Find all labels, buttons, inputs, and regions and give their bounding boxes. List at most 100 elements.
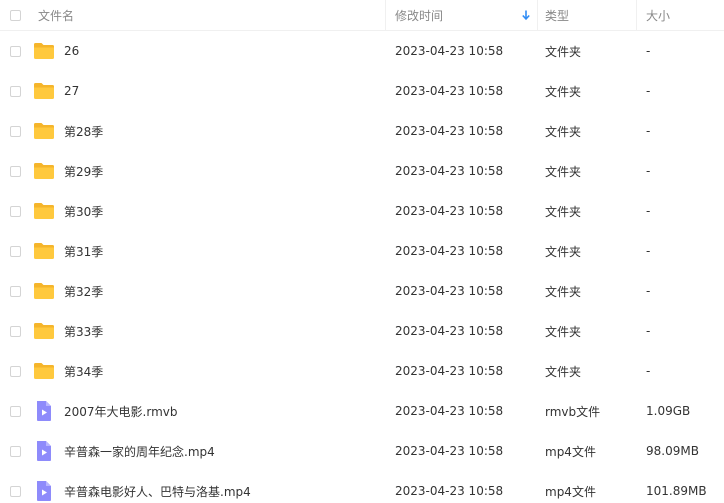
file-size-cell: - <box>646 191 724 231</box>
sort-arrow-down-icon[interactable] <box>520 9 532 21</box>
modified-time-cell: 2023-04-23 10:58 <box>395 471 535 503</box>
file-row[interactable]: 辛普森电影好人、巴特与洛基.mp4 2023-04-23 10:58 mp4文件… <box>0 471 724 503</box>
checkbox[interactable] <box>10 125 21 137</box>
row-checkbox[interactable] <box>10 71 24 111</box>
file-type: rmvb文件 <box>545 404 601 419</box>
row-checkbox[interactable] <box>10 151 24 191</box>
file-row[interactable]: 第34季 2023-04-23 10:58 文件夹 - <box>0 351 724 391</box>
file-name-cell[interactable]: 2007年大电影.rmvb <box>33 391 383 431</box>
folder-icon <box>34 123 54 139</box>
file-name-cell[interactable]: 辛普森电影好人、巴特与洛基.mp4 <box>33 471 383 503</box>
file-name[interactable]: 26 <box>64 44 79 58</box>
column-header-name[interactable]: 文件名 <box>38 0 388 30</box>
folder-icon <box>34 283 54 299</box>
file-name[interactable]: 27 <box>64 84 79 98</box>
file-name[interactable]: 第33季 <box>64 323 103 340</box>
modified-time-cell: 2023-04-23 10:58 <box>395 311 535 351</box>
file-name-cell[interactable]: 26 <box>33 31 383 71</box>
modified-time-cell: 2023-04-23 10:58 <box>395 31 535 71</box>
row-checkbox[interactable] <box>10 31 24 71</box>
file-size: - <box>646 284 651 298</box>
modified-time-cell: 2023-04-23 10:58 <box>395 151 535 191</box>
file-size: - <box>646 324 651 338</box>
column-divider[interactable] <box>636 0 637 30</box>
file-name[interactable]: 辛普森电影好人、巴特与洛基.mp4 <box>64 483 251 500</box>
file-name-cell[interactable]: 第34季 <box>33 351 383 391</box>
file-row[interactable]: 辛普森一家的周年纪念.mp4 2023-04-23 10:58 mp4文件 98… <box>0 431 724 471</box>
file-row[interactable]: 26 2023-04-23 10:58 文件夹 - <box>0 31 724 71</box>
file-row[interactable]: 第31季 2023-04-23 10:58 文件夹 - <box>0 231 724 271</box>
file-size: - <box>646 44 651 58</box>
file-row[interactable]: 2007年大电影.rmvb 2023-04-23 10:58 rmvb文件 1.… <box>0 391 724 431</box>
checkbox[interactable] <box>10 325 21 337</box>
file-type: 文件夹 <box>545 84 582 99</box>
file-row[interactable]: 第29季 2023-04-23 10:58 文件夹 - <box>0 151 724 191</box>
file-type-cell: 文件夹 <box>545 351 635 391</box>
file-size-cell: - <box>646 231 724 271</box>
file-name-cell[interactable]: 第28季 <box>33 111 383 151</box>
row-checkbox[interactable] <box>10 311 24 351</box>
file-row[interactable]: 第32季 2023-04-23 10:58 文件夹 - <box>0 271 724 311</box>
file-size-cell: - <box>646 311 724 351</box>
file-name-cell[interactable]: 第29季 <box>33 151 383 191</box>
file-type: 文件夹 <box>545 284 582 299</box>
file-name[interactable]: 第31季 <box>64 243 103 260</box>
row-checkbox[interactable] <box>10 271 24 311</box>
row-checkbox[interactable] <box>10 431 24 471</box>
column-divider[interactable] <box>537 0 538 30</box>
select-all-checkbox[interactable] <box>10 0 24 30</box>
file-row[interactable]: 第33季 2023-04-23 10:58 文件夹 - <box>0 311 724 351</box>
file-name[interactable]: 第29季 <box>64 163 103 180</box>
checkbox[interactable] <box>10 405 21 417</box>
checkbox[interactable] <box>10 245 21 257</box>
row-checkbox[interactable] <box>10 471 24 503</box>
file-name[interactable]: 第32季 <box>64 283 103 300</box>
file-row[interactable]: 第30季 2023-04-23 10:58 文件夹 - <box>0 191 724 231</box>
column-header-time[interactable]: 修改时间 <box>395 0 537 30</box>
file-name[interactable]: 辛普森一家的周年纪念.mp4 <box>64 443 215 460</box>
column-header-size[interactable]: 大小 <box>646 0 724 30</box>
modified-time: 2023-04-23 10:58 <box>395 44 504 58</box>
modified-time-cell: 2023-04-23 10:58 <box>395 271 535 311</box>
modified-time: 2023-04-23 10:58 <box>395 244 504 258</box>
checkbox[interactable] <box>10 485 21 497</box>
modified-time-cell: 2023-04-23 10:58 <box>395 391 535 431</box>
file-name-cell[interactable]: 27 <box>33 71 383 111</box>
checkbox[interactable] <box>10 165 21 177</box>
row-checkbox[interactable] <box>10 391 24 431</box>
file-name[interactable]: 第30季 <box>64 203 103 220</box>
folder-icon <box>34 243 54 259</box>
checkbox[interactable] <box>10 9 21 21</box>
file-size: 1.09GB <box>646 404 691 418</box>
checkbox[interactable] <box>10 445 21 457</box>
file-name-cell[interactable]: 第31季 <box>33 231 383 271</box>
row-checkbox[interactable] <box>10 351 24 391</box>
file-type: 文件夹 <box>545 164 582 179</box>
checkbox[interactable] <box>10 285 21 297</box>
file-row[interactable]: 第28季 2023-04-23 10:58 文件夹 - <box>0 111 724 151</box>
checkbox[interactable] <box>10 365 21 377</box>
file-name-cell[interactable]: 第30季 <box>33 191 383 231</box>
file-type: 文件夹 <box>545 44 582 59</box>
file-name[interactable]: 第28季 <box>64 123 103 140</box>
file-row[interactable]: 27 2023-04-23 10:58 文件夹 - <box>0 71 724 111</box>
file-list: 文件名 修改时间 类型 大小 26 2023-04-23 10:58 文件夹 -… <box>0 0 724 503</box>
row-checkbox[interactable] <box>10 231 24 271</box>
checkbox[interactable] <box>10 205 21 217</box>
column-header-type[interactable]: 类型 <box>545 0 635 30</box>
file-name-cell[interactable]: 辛普森一家的周年纪念.mp4 <box>33 431 383 471</box>
checkbox[interactable] <box>10 85 21 97</box>
column-divider[interactable] <box>385 0 386 30</box>
file-name-cell[interactable]: 第33季 <box>33 311 383 351</box>
file-name-cell[interactable]: 第32季 <box>33 271 383 311</box>
file-type: 文件夹 <box>545 124 582 139</box>
file-name[interactable]: 第34季 <box>64 363 103 380</box>
file-type-cell: 文件夹 <box>545 111 635 151</box>
file-name[interactable]: 2007年大电影.rmvb <box>64 403 178 420</box>
checkbox[interactable] <box>10 45 21 57</box>
modified-time-cell: 2023-04-23 10:58 <box>395 71 535 111</box>
row-checkbox[interactable] <box>10 191 24 231</box>
video-file-icon <box>37 401 51 421</box>
file-type-cell: 文件夹 <box>545 31 635 71</box>
row-checkbox[interactable] <box>10 111 24 151</box>
